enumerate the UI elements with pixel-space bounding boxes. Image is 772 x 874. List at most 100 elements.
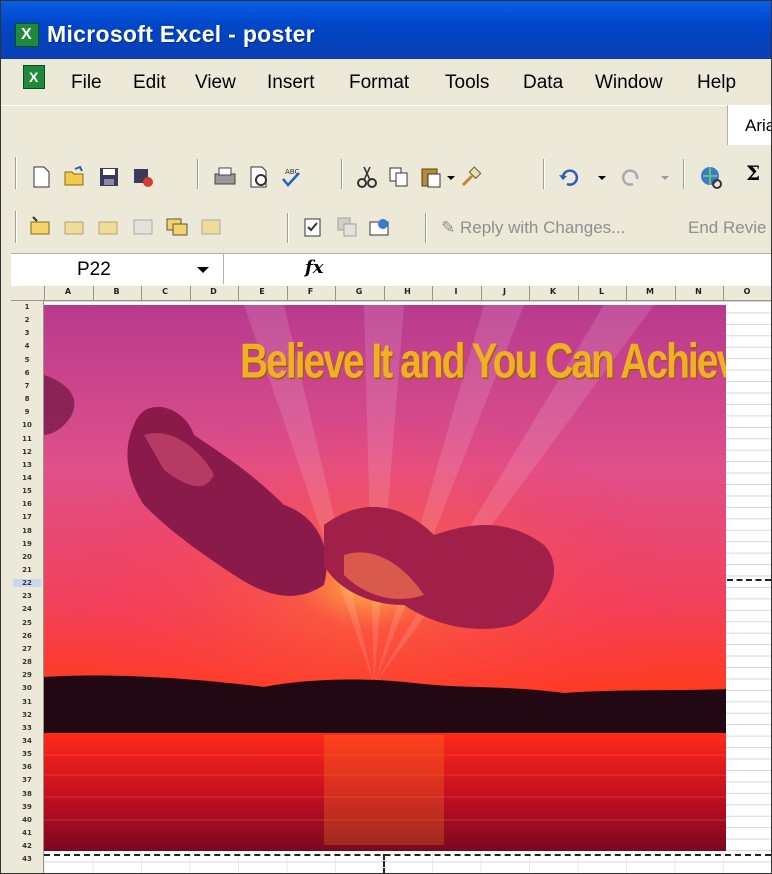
menu-view[interactable]: View	[195, 72, 236, 94]
send-to-recipient-icon[interactable]	[367, 215, 391, 239]
column-divider[interactable]	[723, 286, 724, 300]
track-changes-icon[interactable]	[301, 215, 325, 239]
row-header-31[interactable]: 31	[13, 698, 41, 706]
open-icon[interactable]	[63, 165, 87, 189]
column-header-a[interactable]: A	[46, 287, 90, 296]
row-header-12[interactable]: 12	[13, 448, 41, 456]
row-header-11[interactable]: 11	[13, 435, 41, 443]
column-divider[interactable]	[286, 286, 288, 300]
row-header-4[interactable]: 4	[13, 342, 41, 350]
row-header-39[interactable]: 39	[13, 803, 41, 811]
column-header-m[interactable]: M	[628, 287, 672, 296]
column-divider[interactable]	[626, 286, 627, 300]
row-header-33[interactable]: 33	[13, 724, 41, 732]
autosum-icon[interactable]: Σ	[746, 161, 760, 185]
column-header-k[interactable]: K	[531, 287, 575, 296]
row-header-2[interactable]: 2	[13, 316, 41, 324]
menu-insert[interactable]: Insert	[267, 72, 315, 94]
format-painter-icon[interactable]	[459, 165, 483, 189]
column-divider[interactable]	[432, 286, 433, 300]
hyperlink-icon[interactable]	[699, 165, 723, 189]
show-comment-icon[interactable]	[131, 215, 155, 239]
column-header-h[interactable]: H	[386, 287, 430, 296]
redo-dropdown-icon[interactable]	[661, 176, 669, 180]
row-header-6[interactable]: 6	[13, 369, 41, 377]
column-header-g[interactable]: G	[337, 287, 381, 296]
row-header-8[interactable]: 8	[13, 395, 41, 403]
menu-edit[interactable]: Edit	[133, 72, 166, 94]
redo-icon[interactable]	[619, 165, 643, 189]
row-header-3[interactable]: 3	[13, 329, 41, 337]
update-file-icon[interactable]	[335, 215, 359, 239]
new-icon[interactable]	[29, 165, 53, 189]
poster-picture[interactable]: Believe It and You Can Achieve It	[44, 305, 726, 851]
row-header-28[interactable]: 28	[13, 658, 41, 666]
column-divider[interactable]	[480, 286, 482, 300]
cut-icon[interactable]	[355, 165, 379, 189]
reply-with-changes-button[interactable]: ✎ Reply with Changes...	[441, 218, 625, 238]
print-icon[interactable]	[213, 165, 237, 189]
row-header-13[interactable]: 13	[13, 461, 41, 469]
column-divider[interactable]	[577, 286, 579, 300]
spelling-icon[interactable]: ABC	[279, 165, 303, 189]
menu-format[interactable]: Format	[349, 72, 409, 94]
column-header-n[interactable]: N	[677, 287, 721, 296]
row-header-16[interactable]: 16	[13, 500, 41, 508]
menu-tools[interactable]: Tools	[445, 72, 489, 94]
column-divider[interactable]	[383, 286, 385, 300]
row-header-5[interactable]: 5	[13, 356, 41, 364]
paste-dropdown-icon[interactable]	[447, 176, 455, 180]
column-divider[interactable]	[189, 286, 191, 300]
column-header-l[interactable]: L	[580, 287, 624, 296]
save-icon[interactable]	[97, 165, 121, 189]
row-header-30[interactable]: 30	[13, 684, 41, 692]
column-divider[interactable]	[529, 286, 530, 300]
row-header-35[interactable]: 35	[13, 750, 41, 758]
undo-icon[interactable]	[557, 165, 581, 189]
row-header-22[interactable]: 22	[13, 579, 41, 588]
column-divider[interactable]	[141, 286, 142, 300]
row-header-25[interactable]: 25	[13, 619, 41, 627]
name-box-dropdown-icon[interactable]	[197, 267, 209, 273]
row-header-1[interactable]: 1	[13, 303, 41, 311]
menu-help[interactable]: Help	[697, 72, 736, 94]
row-header-26[interactable]: 26	[13, 632, 41, 640]
row-header-36[interactable]: 36	[13, 763, 41, 771]
column-divider[interactable]	[44, 286, 45, 300]
row-header-29[interactable]: 29	[13, 671, 41, 679]
next-comment-icon[interactable]	[97, 215, 121, 239]
workbook-icon[interactable]	[23, 65, 45, 89]
column-header-d[interactable]: D	[192, 287, 236, 296]
permission-icon[interactable]	[131, 165, 155, 189]
row-header-18[interactable]: 18	[13, 527, 41, 535]
row-header-23[interactable]: 23	[13, 592, 41, 600]
name-box[interactable]	[11, 254, 224, 284]
column-header-f[interactable]: F	[289, 287, 333, 296]
row-header-27[interactable]: 27	[13, 645, 41, 653]
undo-dropdown-icon[interactable]	[598, 176, 606, 180]
delete-comment-icon[interactable]	[199, 215, 223, 239]
show-all-comments-icon[interactable]	[165, 215, 189, 239]
row-header-34[interactable]: 34	[13, 737, 41, 745]
row-header-20[interactable]: 20	[13, 553, 41, 561]
row-header-41[interactable]: 41	[13, 829, 41, 837]
row-header-38[interactable]: 38	[13, 790, 41, 798]
previous-comment-icon[interactable]	[63, 215, 87, 239]
row-header-7[interactable]: 7	[13, 382, 41, 390]
column-header-e[interactable]: E	[240, 287, 284, 296]
column-divider[interactable]	[92, 286, 94, 300]
row-header-14[interactable]: 14	[13, 474, 41, 482]
row-header-21[interactable]: 21	[13, 566, 41, 574]
end-review-button[interactable]: End Revie	[688, 218, 766, 238]
new-comment-icon[interactable]	[29, 215, 53, 239]
paste-icon[interactable]	[419, 165, 443, 189]
menu-data[interactable]: Data	[523, 72, 563, 94]
row-header-40[interactable]: 40	[13, 816, 41, 824]
column-header-c[interactable]: C	[143, 287, 187, 296]
menu-file[interactable]: File	[71, 72, 102, 94]
row-header-10[interactable]: 10	[13, 421, 41, 429]
insert-function-icon[interactable]: fx	[305, 257, 323, 278]
toolbar-grip[interactable]	[15, 211, 17, 243]
column-divider[interactable]	[674, 286, 676, 300]
row-header-15[interactable]: 15	[13, 487, 41, 495]
